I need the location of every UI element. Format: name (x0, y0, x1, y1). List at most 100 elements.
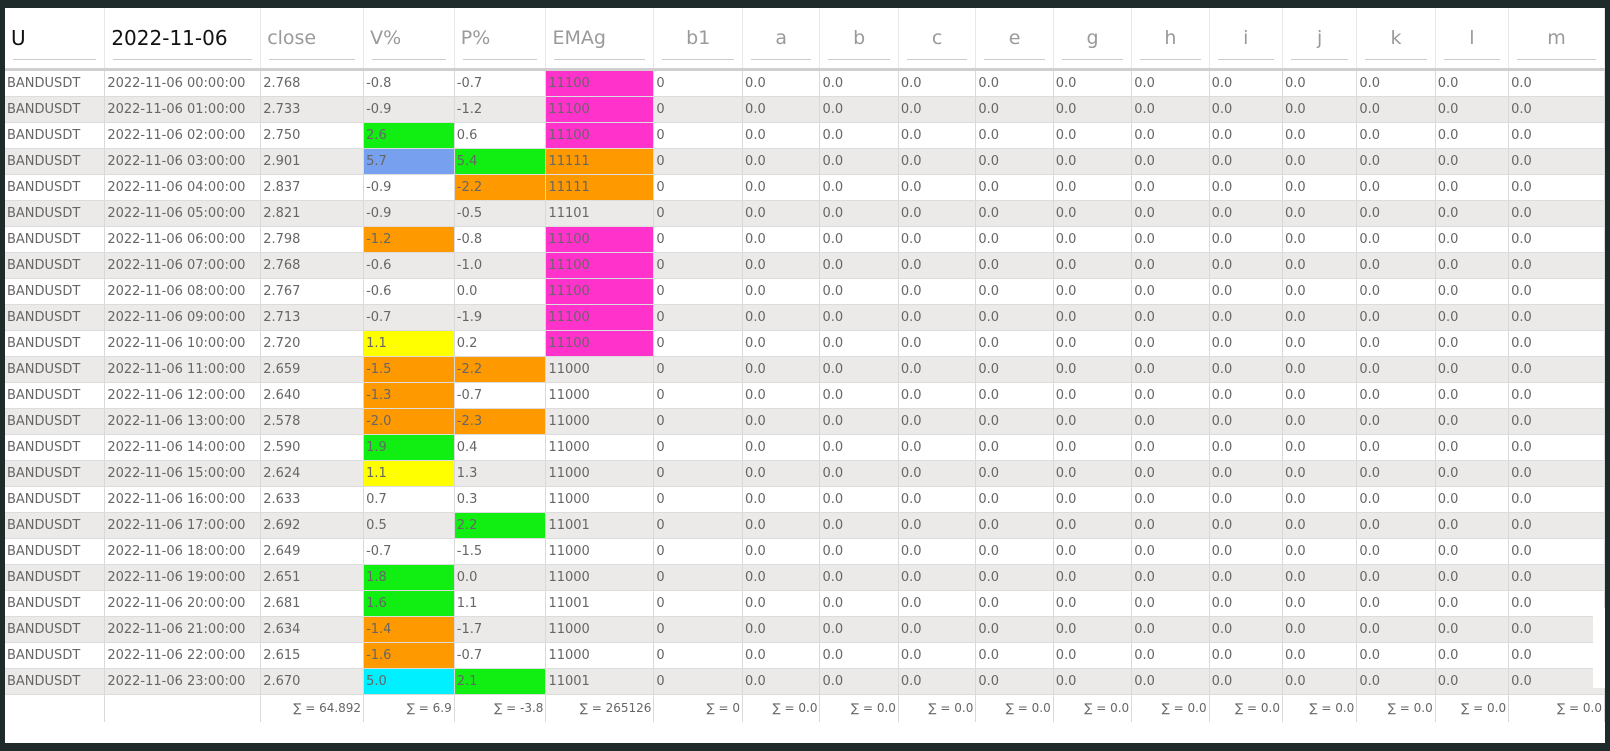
column-header-12[interactable]: h (1131, 8, 1210, 71)
table-row[interactable]: BANDUSDT 2022-11-06 09:00:00 2.713 -0.7 -1.9… (5, 304, 1605, 331)
table-row[interactable]: BANDUSDT 2022-11-06 20:00:00 2.681 1.6 1.1 11… (5, 590, 1605, 617)
table-row[interactable]: BANDUSDT 2022-11-06 12:00:00 2.640 -1.3 -0.7… (5, 382, 1605, 409)
cell-b1: 0 (653, 668, 744, 695)
column-header-4[interactable]: P% (454, 8, 547, 71)
cell-value: 0.0 (898, 226, 977, 253)
table-row[interactable]: BANDUSDT 2022-11-06 15:00:00 2.624 1.1 1.3 11… (5, 460, 1605, 487)
column-header-0[interactable]: U (5, 8, 106, 71)
cell-close: 2.750 (260, 122, 365, 149)
cell-value: 0.0 (1053, 278, 1133, 305)
scrollbar-stub[interactable] (1593, 608, 1605, 688)
column-header-7[interactable]: a (742, 8, 821, 71)
column-header-9[interactable]: c (898, 8, 977, 71)
table-row[interactable]: BANDUSDT 2022-11-06 08:00:00 2.767 -0.6 0.0 1… (5, 278, 1605, 305)
cell-time: 2022-11-06 13:00:00 (104, 408, 262, 435)
total-cell: ∑ = 0.0 (975, 694, 1054, 722)
cell-value: 0.0 (975, 330, 1054, 357)
cell-value: 0.0 (1282, 278, 1358, 305)
cell-value: 0.0 (975, 69, 1054, 97)
table-row[interactable]: BANDUSDT 2022-11-06 17:00:00 2.692 0.5 2.2 11… (5, 512, 1605, 539)
header-filter-underline (462, 59, 538, 60)
table-row[interactable]: BANDUSDT 2022-11-06 10:00:00 2.720 1.1 0.2 11… (5, 330, 1605, 357)
table-row[interactable]: BANDUSDT 2022-11-06 00:00:00 2.768 -0.8 -0.7… (5, 69, 1605, 97)
cell-value: 0.0 (819, 564, 899, 591)
cell-value: 0.0 (975, 226, 1054, 253)
column-header-17[interactable]: m (1508, 8, 1605, 71)
cell-emag: 11111 (545, 148, 655, 175)
column-header-8[interactable]: b (819, 8, 899, 71)
cell-time: 2022-11-06 03:00:00 (104, 148, 262, 175)
cell-close: 2.798 (260, 226, 365, 253)
column-header-14[interactable]: j (1282, 8, 1358, 71)
column-header-15[interactable]: k (1356, 8, 1436, 71)
table-row[interactable]: BANDUSDT 2022-11-06 05:00:00 2.821 -0.9 -0.5… (5, 200, 1605, 227)
column-header-label: k (1390, 27, 1402, 49)
table-row[interactable]: BANDUSDT 2022-11-06 23:00:00 2.670 5.0 2.1 11… (5, 668, 1605, 695)
total-cell (104, 694, 262, 722)
cell-value: 0.0 (1356, 564, 1436, 591)
cell-value: 0.0 (1356, 408, 1436, 435)
cell-value: 0.0 (1053, 668, 1133, 695)
table-row[interactable]: BANDUSDT 2022-11-06 18:00:00 2.649 -0.7 -1.5… (5, 538, 1605, 565)
grid-body: BANDUSDT 2022-11-06 00:00:00 2.768 -0.8 -0.7… (5, 69, 1605, 695)
cell-value: 0.0 (1508, 226, 1605, 253)
cell-emag: 11000 (545, 486, 655, 513)
cell-value: 0.0 (1209, 122, 1283, 149)
header-filter-underline (372, 59, 446, 60)
column-header-13[interactable]: i (1209, 8, 1283, 71)
cell-time: 2022-11-06 10:00:00 (104, 330, 262, 357)
table-row[interactable]: BANDUSDT 2022-11-06 06:00:00 2.798 -1.2 -0.8… (5, 226, 1605, 253)
table-row[interactable]: BANDUSDT 2022-11-06 01:00:00 2.733 -0.9 -1.2… (5, 96, 1605, 123)
column-header-3[interactable]: V% (363, 8, 455, 71)
cell-value: 0.0 (975, 590, 1054, 617)
column-header-16[interactable]: l (1435, 8, 1510, 71)
cell-b1: 0 (653, 69, 744, 97)
cell-symbol: BANDUSDT (5, 590, 106, 617)
column-header-1[interactable]: 2022-11-06 (104, 8, 262, 71)
table-row[interactable]: BANDUSDT 2022-11-06 19:00:00 2.651 1.8 0.0 11… (5, 564, 1605, 591)
column-header-11[interactable]: g (1053, 8, 1133, 71)
table-row[interactable]: BANDUSDT 2022-11-06 07:00:00 2.768 -0.6 -1.0… (5, 252, 1605, 279)
cell-value: 0.0 (1508, 512, 1605, 539)
header-filter-underline (1217, 59, 1274, 60)
cell-symbol: BANDUSDT (5, 304, 106, 331)
table-row[interactable]: BANDUSDT 2022-11-06 04:00:00 2.837 -0.9 -2.2… (5, 174, 1605, 201)
cell-value: 0.0 (1053, 304, 1133, 331)
table-row[interactable]: BANDUSDT 2022-11-06 03:00:00 2.901 5.7 5.4 11… (5, 148, 1605, 175)
cell-v-pct: 0.5 (363, 512, 455, 539)
cell-value: 0.0 (819, 382, 899, 409)
cell-value: 0.0 (1508, 148, 1605, 175)
cell-value: 0.0 (975, 642, 1054, 669)
cell-value: 0.0 (1282, 616, 1358, 643)
cell-symbol: BANDUSDT (5, 356, 106, 383)
cell-time: 2022-11-06 14:00:00 (104, 434, 262, 461)
cell-symbol: BANDUSDT (5, 200, 106, 227)
cell-v-pct: -0.6 (363, 278, 455, 305)
cell-b1: 0 (653, 122, 744, 149)
column-header-10[interactable]: e (975, 8, 1054, 71)
cell-b1: 0 (653, 486, 744, 513)
cell-value: 0.0 (1435, 252, 1510, 279)
cell-value: 0.0 (819, 252, 899, 279)
cell-b1: 0 (653, 512, 744, 539)
cell-emag: 11100 (545, 226, 655, 253)
table-row[interactable]: BANDUSDT 2022-11-06 16:00:00 2.633 0.7 0.3 11… (5, 486, 1605, 513)
cell-time: 2022-11-06 15:00:00 (104, 460, 262, 487)
table-row[interactable]: BANDUSDT 2022-11-06 02:00:00 2.750 2.6 0.6 11… (5, 122, 1605, 149)
table-row[interactable]: BANDUSDT 2022-11-06 22:00:00 2.615 -1.6 -0.7… (5, 642, 1605, 669)
column-header-5[interactable]: EMAg (545, 8, 655, 71)
column-header-6[interactable]: b1 (653, 8, 744, 71)
cell-v-pct: -0.9 (363, 174, 455, 201)
cell-v-pct: -0.7 (363, 538, 455, 565)
cell-close: 2.670 (260, 668, 365, 695)
column-header-label: i (1243, 27, 1249, 49)
cell-value: 0.0 (1356, 460, 1436, 487)
table-row[interactable]: BANDUSDT 2022-11-06 21:00:00 2.634 -1.4 -1.7… (5, 616, 1605, 643)
column-header-2[interactable]: close (260, 8, 365, 71)
cell-value: 0.0 (1209, 330, 1283, 357)
table-row[interactable]: BANDUSDT 2022-11-06 13:00:00 2.578 -2.0 -2.3… (5, 408, 1605, 435)
table-row[interactable]: BANDUSDT 2022-11-06 11:00:00 2.659 -1.5 -2.2… (5, 356, 1605, 383)
cell-value: 0.0 (819, 486, 899, 513)
table-row[interactable]: BANDUSDT 2022-11-06 14:00:00 2.590 1.9 0.4 11… (5, 434, 1605, 461)
cell-value: 0.0 (898, 252, 977, 279)
